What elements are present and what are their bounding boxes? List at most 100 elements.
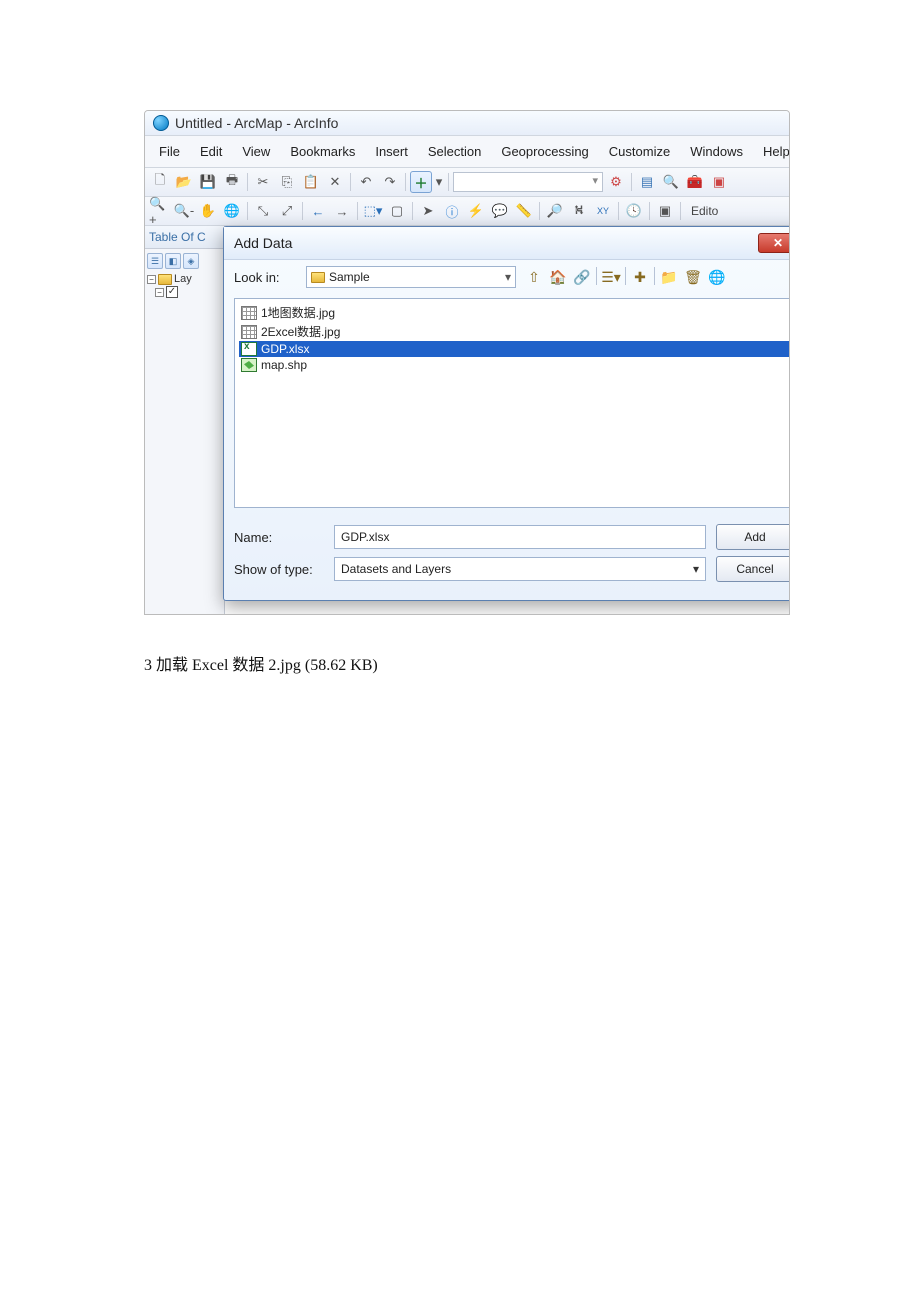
identify-icon[interactable]: ⓘ	[441, 200, 463, 222]
separator-icon	[247, 202, 248, 220]
full-extent-icon[interactable]: 🌐	[221, 200, 243, 222]
file-list[interactable]: 1地图数据.jpg 2Excel数据.jpg GDP.xlsx map.shp	[234, 298, 790, 508]
dialog-close-button[interactable]: ✕	[758, 233, 790, 253]
menu-edit[interactable]: Edit	[190, 140, 232, 163]
new-folder-icon[interactable]: 📁	[659, 267, 679, 287]
menu-help[interactable]: Help	[753, 140, 790, 163]
undo-icon[interactable]: ↶	[355, 171, 377, 193]
file-name: 1地图数据.jpg	[261, 304, 335, 321]
cancel-button[interactable]: Cancel	[716, 556, 790, 582]
find-icon[interactable]: 🔎	[544, 200, 566, 222]
menu-file[interactable]: File	[149, 140, 190, 163]
menu-customize[interactable]: Customize	[599, 140, 680, 163]
collapse-icon[interactable]: −	[155, 288, 164, 297]
delete-icon[interactable]: 🗑	[683, 267, 703, 287]
add-data-button[interactable]: ＋	[410, 171, 432, 193]
go-to-xy-icon[interactable]: XY	[592, 200, 614, 222]
name-label: Name:	[234, 530, 324, 545]
list-view-icon[interactable]: ☰▾	[601, 267, 621, 287]
separator-icon	[680, 202, 681, 220]
lookin-row: Look in: Sample ▾ ⇧ 🏠 🔗 ☰▾ ✚	[224, 260, 790, 294]
home-icon[interactable]: 🏠	[548, 267, 568, 287]
zoom-out-icon[interactable]: 🔍-	[173, 200, 195, 222]
viewer-icon[interactable]: ▣	[654, 200, 676, 222]
menu-view[interactable]: View	[232, 140, 280, 163]
clear-selection-icon[interactable]: ▢	[386, 200, 408, 222]
layers-label: Lay	[174, 273, 192, 285]
showtype-label: Show of type:	[234, 562, 324, 577]
separator-icon	[618, 202, 619, 220]
paste-icon[interactable]: 📋	[300, 171, 322, 193]
catalog-icon[interactable]: ▤	[636, 171, 658, 193]
separator-icon	[631, 173, 632, 191]
hyperlink-icon[interactable]: ⚡	[465, 200, 487, 222]
menu-insert[interactable]: Insert	[365, 140, 418, 163]
chevron-down-icon: ▾	[693, 562, 699, 576]
file-item[interactable]: map.shp	[239, 357, 789, 373]
find-route-icon[interactable]: ⛕	[568, 200, 590, 222]
time-slider-icon[interactable]: 🕓	[623, 200, 645, 222]
separator-icon	[654, 267, 655, 285]
add-connection-icon[interactable]: 🌐	[707, 267, 727, 287]
file-name: map.shp	[261, 358, 307, 372]
lookin-select[interactable]: Sample ▾	[306, 266, 516, 288]
connect-to-folder-icon[interactable]: 🔗	[572, 267, 592, 287]
file-item[interactable]: 1地图数据.jpg	[239, 303, 789, 322]
dialog-titlebar[interactable]: Add Data ✕	[224, 227, 790, 260]
list-by-source-icon[interactable]: ◧	[165, 253, 181, 269]
collapse-icon[interactable]: −	[147, 275, 156, 284]
chevron-down-icon: ▾	[505, 270, 511, 284]
zoom-in-icon[interactable]: 🔍+	[149, 200, 171, 222]
file-name: 2Excel数据.jpg	[261, 323, 340, 340]
measure-icon[interactable]: 📏	[513, 200, 535, 222]
file-item-selected[interactable]: GDP.xlsx	[239, 341, 789, 357]
tree-root-layers[interactable]: − Lay	[147, 273, 222, 285]
titlebar: Untitled - ArcMap - ArcInfo	[145, 111, 789, 136]
name-input[interactable]: GDP.xlsx	[334, 525, 706, 549]
arc-toolbox-icon[interactable]: 🧰	[684, 171, 706, 193]
toc-view-buttons: ☰ ◧ ◈	[147, 253, 222, 269]
toolbox-icon[interactable]: ⚙	[605, 171, 627, 193]
search-window-icon[interactable]: 🔍	[660, 171, 682, 193]
menu-selection[interactable]: Selection	[418, 140, 491, 163]
redo-icon[interactable]: ↷	[379, 171, 401, 193]
showtype-select[interactable]: Datasets and Layers ▾	[334, 557, 706, 581]
tree-layer-item[interactable]: − ✓	[147, 286, 222, 298]
folder-icon	[311, 272, 325, 283]
file-item[interactable]: 2Excel数据.jpg	[239, 322, 789, 341]
new-group-icon[interactable]: ✚	[630, 267, 650, 287]
list-by-visibility-icon[interactable]: ◈	[183, 253, 199, 269]
pan-icon[interactable]: ✋	[197, 200, 219, 222]
fixed-zoom-out-icon[interactable]: ⤢	[276, 200, 298, 222]
close-icon: ✕	[773, 236, 783, 250]
tools-toolbar: 🔍+ 🔍- ✋ 🌐 ⤡ ⤢ ← → ⬚▾ ▢ ➤ ⓘ ⚡ 💬 📏 🔎 ⛕ XY …	[145, 197, 789, 226]
list-by-drawing-order-icon[interactable]: ☰	[147, 253, 163, 269]
select-elements-icon[interactable]: ➤	[417, 200, 439, 222]
cut-icon[interactable]: ✂	[252, 171, 274, 193]
standard-toolbar: 🗋 📂 💾 🖶 ✂ ⎘ 📋 ✕ ↶ ↷ ＋ ▾ ⚙ ▤ 🔍 🧰 ▣	[145, 168, 789, 197]
arcmap-app-icon	[153, 115, 169, 131]
delete-icon[interactable]: ✕	[324, 171, 346, 193]
separator-icon	[448, 173, 449, 191]
menu-windows[interactable]: Windows	[680, 140, 753, 163]
menu-geoprocessing[interactable]: Geoprocessing	[491, 140, 598, 163]
copy-icon[interactable]: ⎘	[276, 171, 298, 193]
menu-bookmarks[interactable]: Bookmarks	[280, 140, 365, 163]
python-icon[interactable]: ▣	[708, 171, 730, 193]
open-icon[interactable]: 📂	[173, 171, 195, 193]
html-popup-icon[interactable]: 💬	[489, 200, 511, 222]
print-icon[interactable]: 🖶	[221, 171, 243, 193]
up-one-level-icon[interactable]: ⇧	[524, 267, 544, 287]
editor-toolbar-label[interactable]: Edito	[691, 204, 718, 218]
forward-icon[interactable]: →	[331, 200, 353, 222]
back-icon[interactable]: ←	[307, 200, 329, 222]
save-icon[interactable]: 💾	[197, 171, 219, 193]
layer-visibility-checkbox[interactable]: ✓	[166, 286, 178, 298]
fixed-zoom-in-icon[interactable]: ⤡	[252, 200, 274, 222]
select-features-icon[interactable]: ⬚▾	[362, 200, 384, 222]
new-icon[interactable]: 🗋	[149, 171, 171, 193]
dropdown-arrow-icon[interactable]: ▾	[434, 171, 444, 193]
name-value: GDP.xlsx	[341, 530, 389, 544]
add-button[interactable]: Add	[716, 524, 790, 550]
scale-select[interactable]	[453, 172, 603, 192]
